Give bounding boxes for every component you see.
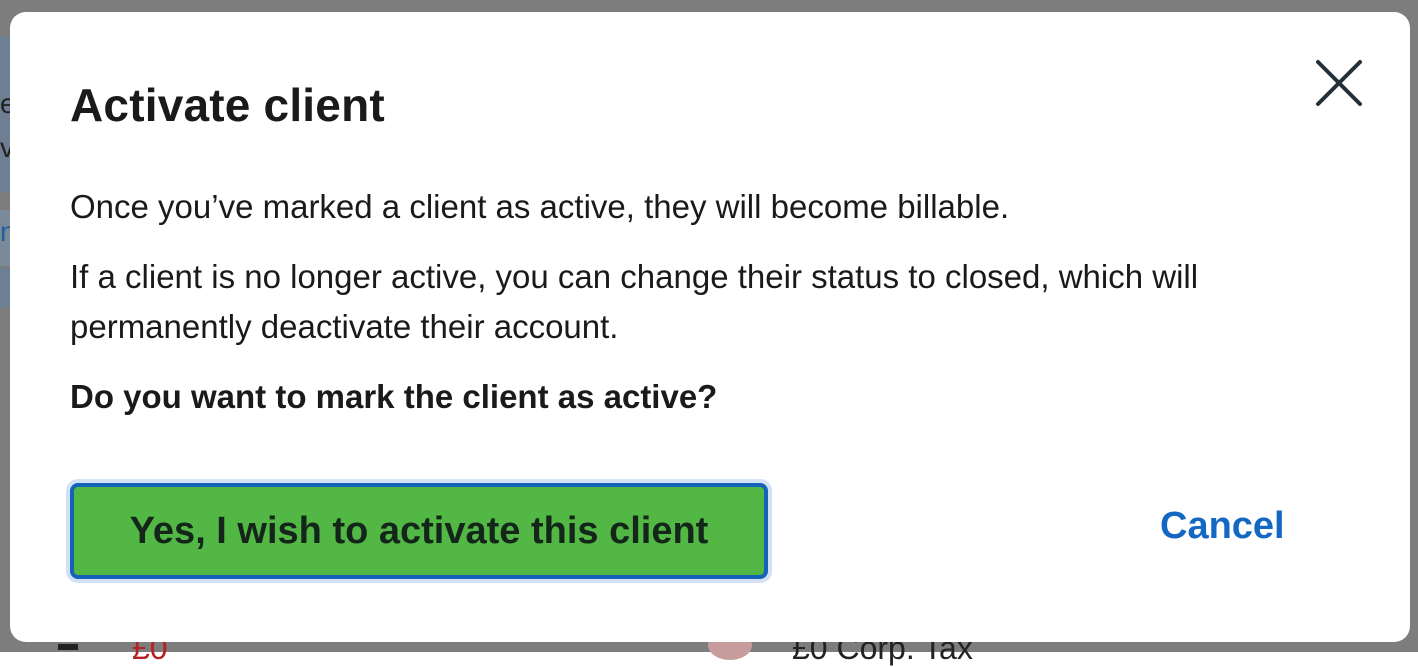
dialog-title: Activate client: [70, 78, 385, 132]
close-button[interactable]: [1314, 58, 1364, 108]
background-icon: [58, 644, 78, 650]
close-icon: [1314, 58, 1364, 108]
dialog-paragraph-closed: If a client is no longer active, you can…: [70, 252, 1360, 352]
dialog-question: Do you want to mark the client as active…: [70, 372, 1360, 422]
activate-client-dialog: Activate client Once you’ve marked a cli…: [10, 12, 1410, 642]
confirm-activate-button[interactable]: Yes, I wish to activate this client: [70, 483, 768, 579]
cancel-button[interactable]: Cancel: [1160, 505, 1285, 548]
dialog-paragraph-billable: Once you’ve marked a client as active, t…: [70, 182, 1360, 232]
